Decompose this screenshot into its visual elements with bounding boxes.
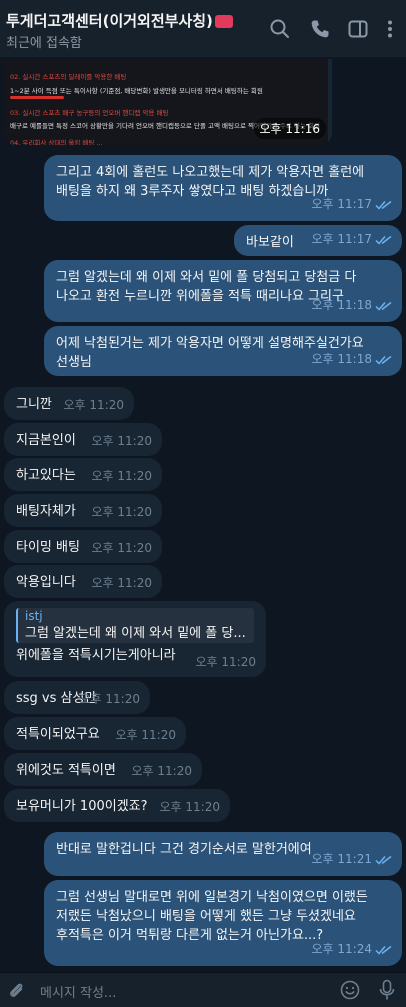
outgoing-message[interactable]: 그럼 선생님 말대로면 위에 일본경기 낙첨이였으면 이랬든 저랬든 낙첨났으니… [44,880,402,966]
image-text-line: 03. 실시간 스포츠 배구 농구등의 언오버 핸디캡 악용 배팅 [10,109,169,117]
message-time: 오후 11:20 [91,469,152,483]
incoming-message[interactable]: 그니깐 오후 11:20 [4,387,134,420]
incoming-message[interactable]: 적특이되었구요 오후 11:20 [4,717,186,750]
incoming-message[interactable]: 지금본인이 오후 11:20 [4,423,162,456]
message-time: 오후 11:20 [91,434,152,448]
red-underline-mark [10,96,64,99]
image-text-line: 02. 실시간 스포츠의 딜레이를 악용한 배팅 [10,73,127,81]
message-input[interactable]: 메시지 작성... [40,982,116,1001]
reply-author: istj [25,609,43,623]
message-composer: 메시지 작성... [0,972,406,1007]
phone-icon[interactable] [308,17,332,41]
message-time: 오후 11:20 [91,541,152,555]
read-check-icon [375,298,392,317]
message-meta: 오후 11:17 [312,230,392,251]
chat-header: 투게더고객센터(이거외전부사칭) 최근에 접속함 [0,0,406,58]
message-time: 오후 11:20 [115,728,176,742]
outgoing-message[interactable]: 반대로 말한겁니다 그건 경기순서로 말한거에여 오후 11:21 [44,832,402,876]
read-check-icon [375,942,392,961]
chat-title-text[interactable]: 투게더고객센터(이거외전부사칭) [6,12,213,30]
outgoing-message[interactable]: 그리고 4회에 홀런도 나오고했는데 제가 악용자면 홀런에 배팅을 하지 왜 … [44,155,402,221]
message-time: 오후 11:18 [311,352,372,366]
message-time: 오후 11:18 [311,298,372,312]
more-icon[interactable] [378,17,402,41]
message-time: 오후 11:20 [159,800,220,814]
image-text-line: 1~2분 사이 득점 또는 특이사항 (기준점, 배당변화) 발생만을 모니터링… [10,87,263,95]
message-meta: 오후 11:21 [312,850,392,871]
image-message[interactable]: 02. 실시간 스포츠의 딜레이를 악용한 배팅 1~2분 사이 득점 또는 특… [4,59,332,145]
message-text: 그럼 선생님 말대로면 위에 일본경기 낙첨이였으면 이랬든 저랬든 낙첨났으니… [56,890,368,943]
reply-quote[interactable]: istj 그럼 알겠는데 왜 이제 와서 밑에 폴 당... [16,608,254,643]
read-check-icon [375,197,392,216]
message-time: 오후 11:24 [311,942,372,956]
outgoing-message[interactable]: 어제 낙첨된거는 제가 악용자면 어떻게 설명해주실건가요 선생님 오후 11:… [44,326,402,376]
message-time: 오후 11:20 [63,398,124,412]
outgoing-message[interactable]: 바보같이 오후 11:17 [234,225,402,256]
message-list[interactable]: 02. 실시간 스포츠의 딜레이를 악용한 배팅 1~2분 사이 득점 또는 특… [0,59,406,972]
message-time: 오후 11:17 [311,197,372,211]
message-time: 오후 11:20 [195,655,256,669]
message-time: 오후 11:20 [91,576,152,590]
incoming-message[interactable]: 악용입니다 오후 11:20 [4,565,162,598]
message-time: 오후 11:17 [311,232,372,246]
read-check-icon [375,852,392,871]
reply-snippet: 그럼 알겠는데 왜 이제 와서 밑에 폴 당... [25,626,246,641]
message-meta: 오후 11:18 [312,296,392,317]
title-badge-icon [214,15,233,28]
incoming-message[interactable]: 배팅자체가 오후 11:20 [4,494,162,527]
outgoing-message[interactable]: 그럼 알겠는데 왜 이제 와서 밑에 폴 당첨되고 당첨금 다 나오고 환전 누… [44,260,402,322]
message-time: 오후 11:20 [79,692,140,706]
message-time: 오후 11:21 [311,852,372,866]
incoming-message[interactable]: ssg vs 삼성만 오후 11:20 [4,681,150,714]
emoji-icon[interactable] [339,979,361,1001]
incoming-message[interactable]: 위에것도 적특이면 오후 11:20 [4,753,202,786]
paperclip-icon[interactable] [6,980,26,1000]
message-meta: 오후 11:17 [312,195,392,216]
incoming-message[interactable]: 하고있다는 오후 11:20 [4,458,162,491]
message-time: 오후 11:16 [253,118,326,139]
incoming-message[interactable]: 타이밍 배팅 오후 11:20 [4,530,162,563]
incoming-reply-message[interactable]: istj 그럼 알겠는데 왜 이제 와서 밑에 폴 당... 위에폴을 적특시기… [4,601,266,677]
message-meta: 오후 11:18 [312,350,392,371]
message-time: 오후 11:20 [91,505,152,519]
sidebar-icon[interactable] [346,17,370,41]
read-check-icon [375,352,392,371]
incoming-message[interactable]: 보유머니가 100이겠죠? 오후 11:20 [4,789,230,822]
message-meta: 오후 11:24 [312,940,392,961]
read-check-icon [375,232,392,251]
search-icon[interactable] [268,17,292,41]
image-text-line: 04. 우리회사 상대의 올킹 배팅 ... [10,139,103,145]
last-seen-status: 최근에 접속함 [6,36,82,51]
message-time: 오후 11:20 [131,764,192,778]
chat-title[interactable]: 투게더고객센터(이거외전부사칭) [6,10,233,31]
microphone-icon[interactable] [377,978,397,1002]
